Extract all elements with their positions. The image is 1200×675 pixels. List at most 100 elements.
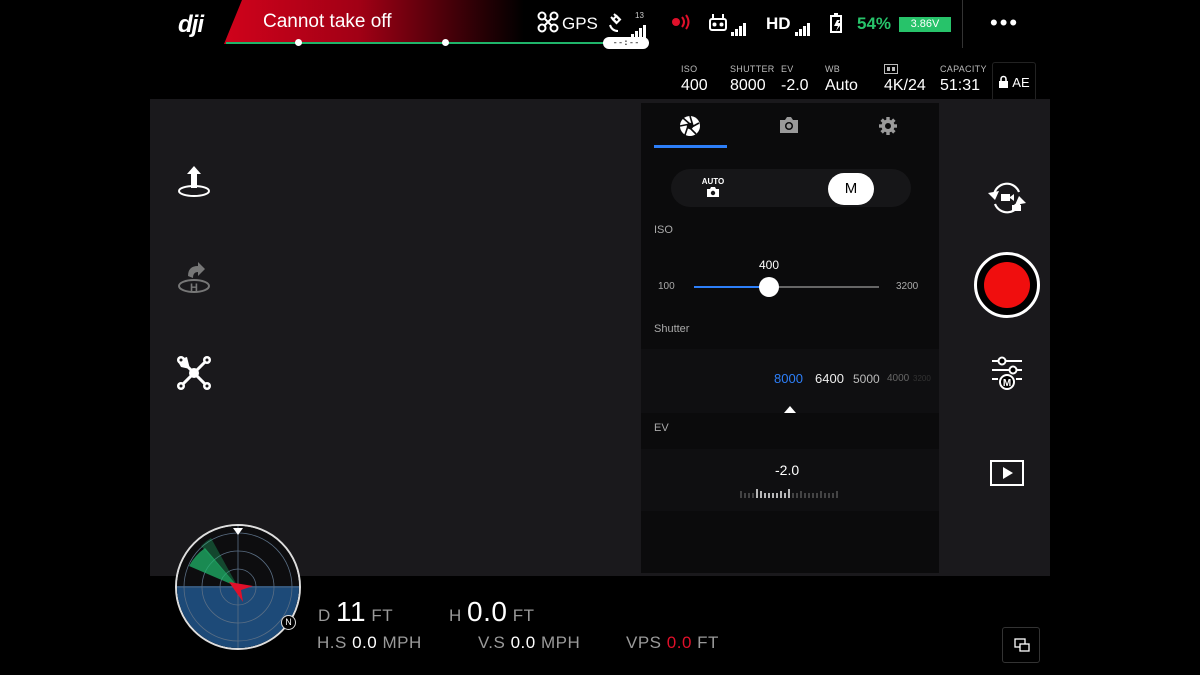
map-view-toggle-button[interactable] [1002,627,1040,663]
auto-camera-icon [683,186,743,200]
battery-voltage-badge: 3.86V [899,17,951,32]
shutter-option[interactable]: 3200 [913,374,931,383]
ev-value: -2.0 [775,462,800,478]
shutter-option[interactable]: 6400 [815,371,844,386]
distance-unit: FT [371,606,394,625]
param-shutter-label: SHUTTER [730,64,775,74]
rc-signal-bars [731,18,747,36]
record-icon [984,262,1030,308]
shutter-pointer-icon [784,400,796,418]
iso-max-label: 3200 [896,281,919,292]
param-capacity[interactable]: CAPACITY 51:31 [940,64,987,95]
param-capacity-label: CAPACITY [940,64,987,74]
camera-icon [778,117,800,139]
mode-auto-label: AUTO [701,177,725,186]
hs-value: 0.0 [352,633,378,652]
ae-lock-label: AE [1012,75,1030,90]
vision-system-icon[interactable] [668,14,694,35]
shutter-speed-picker[interactable]: 8000 6400 5000 4000 3200 [641,349,939,413]
gear-icon [877,117,899,141]
param-ev-value: -2.0 [781,77,809,94]
shutter-option[interactable]: 5000 [853,372,880,386]
param-shutter[interactable]: SHUTTER 8000 [730,64,775,95]
attitude-radar[interactable] [175,524,301,650]
gps-indicator-pill: --:-- [603,37,649,49]
camera-settings-button[interactable]: M [990,356,1024,397]
dji-logo[interactable]: dji [178,11,204,39]
distance-label: D [318,606,331,625]
shutter-section-label: Shutter [654,323,690,335]
playback-button[interactable] [989,459,1025,492]
svg-text:H: H [190,282,198,294]
return-home-button[interactable]: H [174,258,214,298]
param-ev-label: EV [781,64,794,74]
vps-value: 0.0 [666,633,692,652]
ev-scale-ticks [739,485,839,504]
radar-north-indicator: N [281,615,296,630]
gps-label: GPS [562,14,598,33]
height-label: H [449,606,462,625]
param-resolution-value: 4K/24 [884,77,926,94]
shutter-option[interactable]: 4000 [887,373,909,384]
top-bar-divider [962,0,963,48]
vps-unit: FT [697,633,719,652]
takeoff-button[interactable] [174,160,214,200]
ev-picker[interactable]: -2.0 [641,449,939,511]
param-iso-label: ISO [681,64,698,74]
hs-unit: MPH [382,633,422,652]
param-ev[interactable]: EV -2.0 [781,64,809,95]
status-message: Cannot take off [263,11,392,32]
tab-exposure[interactable] [660,115,720,142]
progress-dot [295,39,302,46]
ae-lock-button[interactable]: AE [992,62,1036,102]
aircraft-status-icon[interactable] [537,11,559,38]
picture-in-picture-icon [1014,638,1030,657]
record-button[interactable] [974,252,1040,318]
param-wb-label: WB [825,64,841,74]
telemetry-vps: VPS 0.0 FT [626,633,719,653]
param-wb[interactable]: WB Auto [825,64,858,95]
satellite-count: 13 [635,11,644,20]
tab-photo[interactable] [759,115,819,140]
mode-manual-button[interactable]: M [828,173,874,205]
telemetry-distance: D 11 FT [318,596,393,628]
height-unit: FT [512,606,535,625]
param-capacity-value: 51:31 [940,77,981,94]
iso-slider-handle[interactable] [759,277,779,297]
param-resolution[interactable]: 4K/24 [884,64,926,95]
iso-slider-value: 400 [758,258,780,272]
iso-section-label: ISO [654,224,673,236]
telemetry-horizontal-speed: H.S 0.0 MPH [317,633,422,653]
camera-settings-panel: AUTO M ISO 400 100 3200 Shutter 8000 640… [641,103,939,573]
param-iso-value: 400 [681,77,708,94]
hd-signal-bars [795,18,811,36]
remote-controller-icon[interactable] [708,12,728,37]
svg-text:M: M [1003,378,1011,389]
battery-icon[interactable] [828,12,850,39]
video-format-icon [884,64,926,76]
vs-value: 0.0 [510,633,536,652]
param-shutter-value: 8000 [730,77,766,94]
gps-signal-bars [631,20,647,38]
intelligent-flight-modes-button[interactable] [174,353,214,393]
shutter-option-selected[interactable]: 8000 [774,371,803,386]
height-value: 0.0 [467,596,508,627]
telemetry-vertical-speed: V.S 0.0 MPH [478,633,580,653]
param-iso[interactable]: ISO 400 [681,64,708,95]
tab-settings[interactable] [858,115,918,142]
battery-percent: 54% [857,14,892,33]
mode-auto-button[interactable]: AUTO [683,177,743,200]
ev-section-label: EV [654,422,669,434]
vps-label: VPS [626,633,662,652]
more-menu-button[interactable]: ••• [990,10,1019,36]
distance-value: 11 [336,596,367,627]
vs-unit: MPH [540,633,581,652]
iso-min-label: 100 [658,281,675,292]
param-wb-value: Auto [825,77,858,94]
hd-label[interactable]: HD [766,14,791,34]
lock-icon [998,75,1009,90]
progress-dot [442,39,449,46]
photo-video-switch-button[interactable] [986,180,1028,221]
vs-label: V.S [478,633,506,652]
radar-heading-marker [233,522,243,540]
